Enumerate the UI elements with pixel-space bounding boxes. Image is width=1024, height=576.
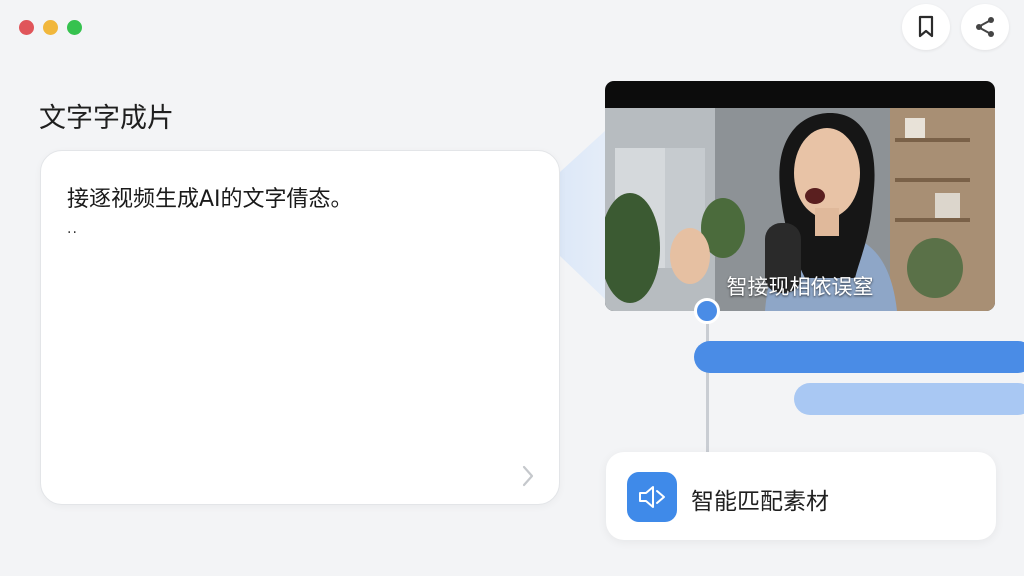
smart-match-button[interactable]: 智能匹配素材	[606, 452, 996, 540]
video-subtitle: 智接现相依误窒	[726, 275, 874, 299]
timeline-track-primary[interactable]	[694, 341, 1024, 373]
text-input-card[interactable]: 接逐视频生成AI的文字倩态。 ..	[40, 150, 560, 505]
chevron-right-icon[interactable]	[521, 464, 535, 488]
smart-match-label: 智能匹配素材	[691, 489, 829, 515]
video-preview[interactable]: 智接现相依误窒	[605, 81, 995, 311]
timeline-playhead[interactable]	[694, 298, 720, 324]
timeline-cursor-line	[706, 315, 709, 453]
text-input-continuation: ..	[67, 221, 78, 237]
mute-speaker-icon	[627, 472, 677, 522]
text-input-value[interactable]: 接逐视频生成AI的文字倩态。	[67, 181, 353, 213]
section-title: 文字字成片	[39, 103, 174, 134]
timeline-track-secondary[interactable]	[794, 383, 1024, 415]
